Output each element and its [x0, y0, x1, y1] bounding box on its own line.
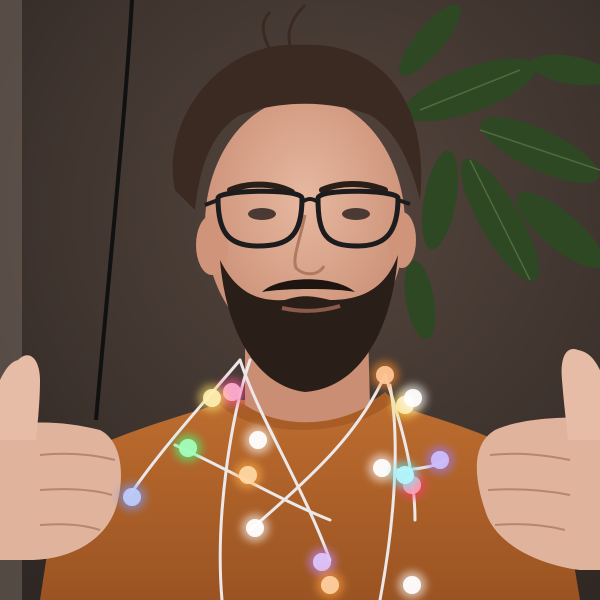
right-ear [388, 212, 416, 268]
bulb-tint [404, 389, 422, 407]
bulb-tint [373, 459, 391, 477]
bulb-tint [313, 553, 331, 571]
bulb-tint [179, 439, 197, 457]
bulb-tint [431, 451, 449, 469]
bulb-tint [396, 466, 414, 484]
photo-scene [0, 0, 600, 600]
bulb-tint [321, 576, 339, 594]
bulb-tint [123, 488, 141, 506]
left-eye [248, 208, 276, 220]
bulb-tint [203, 389, 221, 407]
right-eye [342, 208, 370, 220]
bulb-tint [403, 576, 421, 594]
bulb-tint [239, 466, 257, 484]
bulb-tint [376, 366, 394, 384]
bulb-tint [249, 431, 267, 449]
bulb-tint [246, 519, 264, 537]
